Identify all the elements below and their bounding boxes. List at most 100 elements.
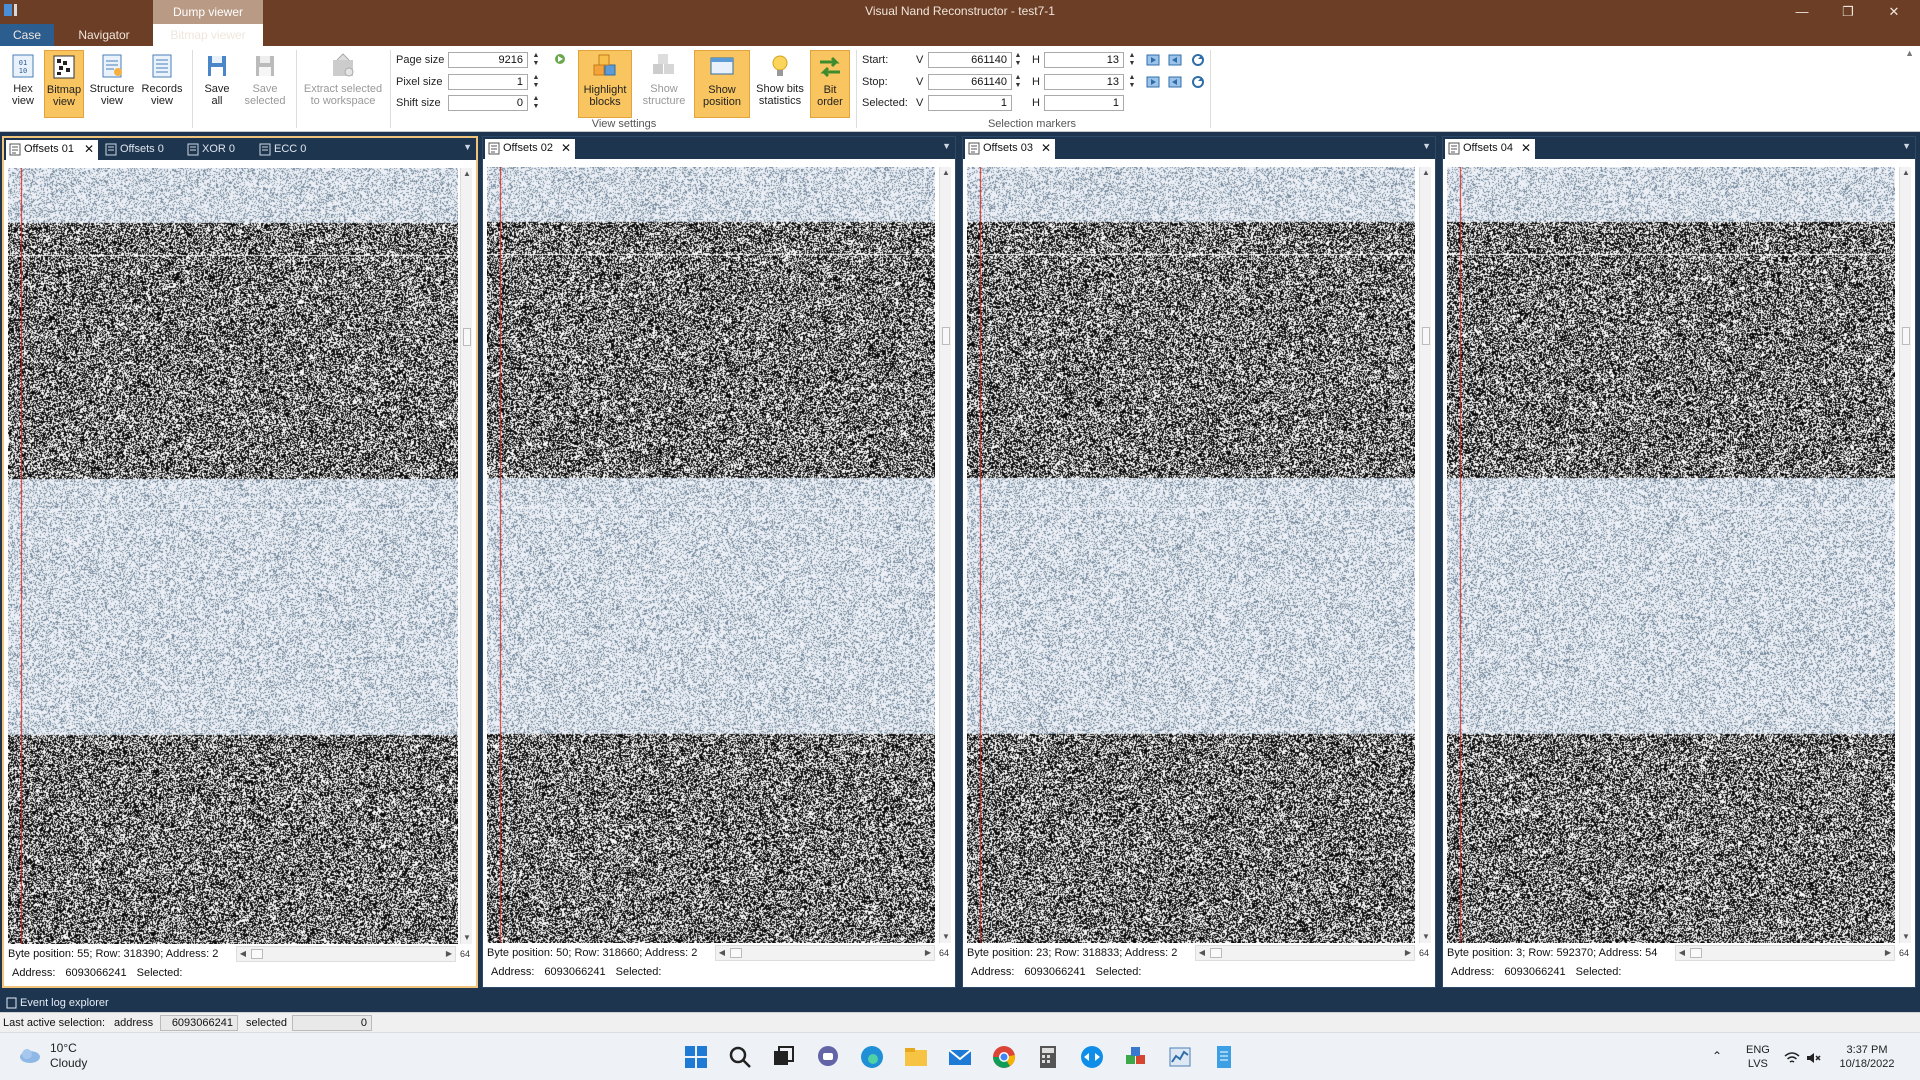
search-icon[interactable] bbox=[726, 1043, 754, 1071]
edge-icon[interactable] bbox=[858, 1043, 886, 1071]
vertical-scrollbar[interactable]: ▲ ▼ bbox=[939, 167, 951, 943]
save-all-button[interactable]: Save all bbox=[198, 50, 236, 118]
address-label: Address: bbox=[12, 967, 56, 979]
mail-icon[interactable] bbox=[946, 1043, 974, 1071]
nand-reconstructor-icon[interactable] bbox=[1122, 1043, 1150, 1071]
tab-ecc-0[interactable]: ECC 0 bbox=[256, 140, 318, 160]
tab-label: Offsets 01 bbox=[24, 143, 74, 155]
bitmap-view[interactable] bbox=[487, 167, 935, 943]
start-h-spinner[interactable]: ▲ ▼ bbox=[1126, 52, 1138, 68]
tab-bitmap-viewer[interactable]: Bitmap viewer bbox=[153, 24, 263, 46]
bitmap-view-button[interactable]: Bitmap view bbox=[44, 50, 84, 118]
start-v-spinner[interactable]: ▲ ▼ bbox=[1012, 52, 1024, 68]
goto-stop-icon[interactable] bbox=[1146, 75, 1162, 89]
teamviewer-icon[interactable] bbox=[1078, 1043, 1106, 1071]
speaker-muted-icon[interactable] bbox=[1806, 1051, 1822, 1065]
show-hidden-icons-icon[interactable]: ⌃ bbox=[1712, 1049, 1722, 1063]
refresh-stop-icon[interactable] bbox=[1190, 75, 1206, 89]
tab-offsets-0[interactable]: Offsets 0 bbox=[102, 140, 176, 160]
stop-h-input[interactable]: 13 bbox=[1044, 74, 1124, 90]
tab-offsets-01[interactable]: Offsets 01 ✕ bbox=[6, 140, 98, 160]
tab-case[interactable]: Case bbox=[0, 24, 54, 46]
hex-view-button[interactable]: 01 10 Hex view bbox=[6, 50, 40, 118]
close-tab-icon[interactable]: ✕ bbox=[84, 140, 94, 158]
weather-widget[interactable]: 10°C Cloudy bbox=[50, 1041, 87, 1071]
calculator-icon[interactable] bbox=[1034, 1043, 1062, 1071]
tab-offsets-04[interactable]: Offsets 04 ✕ bbox=[1445, 139, 1535, 159]
structure-view-button[interactable]: Structure view bbox=[88, 50, 136, 118]
selection-markers-group-label: Selection markers bbox=[987, 118, 1077, 130]
notepad-icon[interactable] bbox=[1210, 1043, 1238, 1071]
apply-icon[interactable] bbox=[552, 52, 568, 66]
vertical-scrollbar[interactable]: ▲ ▼ bbox=[1899, 167, 1911, 943]
task-view-icon[interactable] bbox=[770, 1043, 798, 1071]
wifi-icon[interactable] bbox=[1784, 1051, 1800, 1065]
bitmap-view[interactable] bbox=[1447, 167, 1895, 943]
tab-dropdown-icon[interactable]: ▼ bbox=[463, 142, 472, 152]
tab-navigator[interactable]: Navigator bbox=[62, 24, 146, 46]
bitmap-panel-1: Offsets 01 ✕ Offsets 0 XOR 0 ECC 0 ▼ ▲ ▼ B… bbox=[2, 136, 478, 988]
ribbon-collapse-icon[interactable]: ▲ bbox=[1905, 48, 1914, 58]
show-structure-button[interactable]: Show structure bbox=[636, 50, 692, 118]
close-tab-icon[interactable]: ✕ bbox=[561, 139, 571, 157]
hex-view-label1: Hex bbox=[13, 83, 33, 95]
language-indicator[interactable]: ENG LVS bbox=[1746, 1043, 1770, 1071]
bitmap-view[interactable] bbox=[967, 167, 1415, 943]
restore-button[interactable]: ❐ bbox=[1826, 0, 1870, 24]
bitmap-view[interactable] bbox=[8, 168, 458, 944]
stop-v-spinner[interactable]: ▲ ▼ bbox=[1012, 74, 1024, 90]
tab-xor-0[interactable]: XOR 0 bbox=[184, 140, 246, 160]
stop-h-spinner[interactable]: ▲ ▼ bbox=[1126, 74, 1138, 90]
horizontal-scrollbar[interactable]: ◀ ▶ bbox=[1675, 945, 1895, 961]
page-size-spinner[interactable]: ▲ ▼ bbox=[530, 52, 542, 68]
hex-view-label2: view bbox=[11, 95, 34, 107]
goto-start-icon[interactable] bbox=[1146, 53, 1162, 67]
tab-offsets-03[interactable]: Offsets 03 ✕ bbox=[965, 139, 1055, 159]
highlight-blocks-button[interactable]: Highlight blocks bbox=[578, 50, 632, 118]
start-v-input[interactable]: 661140 bbox=[928, 52, 1012, 68]
address-value: 6093066241 bbox=[65, 967, 127, 979]
start-h-input[interactable]: 13 bbox=[1044, 52, 1124, 68]
vertical-scrollbar[interactable]: ▲ ▼ bbox=[1419, 167, 1431, 943]
tab-dropdown-icon[interactable]: ▼ bbox=[1902, 141, 1911, 151]
tab-dropdown-icon[interactable]: ▼ bbox=[942, 141, 951, 151]
chrome-icon[interactable] bbox=[990, 1043, 1018, 1071]
close-tab-icon[interactable]: ✕ bbox=[1041, 139, 1051, 157]
horizontal-scrollbar[interactable]: ◀ ▶ bbox=[1195, 945, 1415, 961]
chat-icon[interactable] bbox=[814, 1043, 842, 1071]
show-bits-statistics-button[interactable]: Show bits statistics bbox=[752, 50, 808, 118]
extract-selected-label1: Extract selected bbox=[303, 83, 383, 95]
address-value: 6093066241 bbox=[1504, 966, 1566, 978]
start-icon[interactable] bbox=[682, 1043, 710, 1071]
resource-monitor-icon[interactable] bbox=[1166, 1043, 1194, 1071]
selected-label: Selected: bbox=[136, 967, 183, 979]
shift-size-spinner[interactable]: ▲ ▼ bbox=[530, 95, 542, 111]
page-size-input[interactable]: 9216 bbox=[448, 52, 528, 68]
records-view-button[interactable]: Records view bbox=[140, 50, 184, 118]
pixel-size-spinner[interactable]: ▲ ▼ bbox=[530, 74, 542, 90]
show-position-button[interactable]: Show position bbox=[694, 50, 750, 118]
close-button[interactable]: ✕ bbox=[1872, 0, 1916, 24]
clock[interactable]: 3:37 PM 10/18/2022 bbox=[1832, 1043, 1902, 1071]
pixel-size-input[interactable]: 1 bbox=[448, 74, 528, 90]
event-log-explorer-tab[interactable]: Event log explorer bbox=[4, 994, 115, 1012]
set-start-icon[interactable] bbox=[1168, 53, 1184, 67]
close-tab-icon[interactable]: ✕ bbox=[1521, 139, 1531, 157]
tab-offsets-02[interactable]: Offsets 02 ✕ bbox=[485, 139, 575, 159]
minimize-button[interactable]: — bbox=[1780, 0, 1824, 24]
horizontal-scrollbar[interactable]: ◀ ▶ bbox=[715, 945, 935, 961]
extract-selected-button[interactable]: Extract selected to workspace bbox=[300, 50, 386, 118]
set-stop-icon[interactable] bbox=[1168, 75, 1184, 89]
tab-dropdown-icon[interactable]: ▼ bbox=[1422, 141, 1431, 151]
vertical-scrollbar[interactable]: ▲ ▼ bbox=[460, 168, 472, 944]
file-explorer-icon[interactable] bbox=[902, 1043, 930, 1071]
document-icon bbox=[488, 142, 500, 155]
stop-label: Stop: bbox=[862, 76, 888, 88]
horizontal-scrollbar[interactable]: ◀ ▶ bbox=[236, 946, 456, 962]
save-selected-button[interactable]: Save selected bbox=[240, 50, 290, 118]
shift-size-input[interactable]: 0 bbox=[448, 95, 528, 111]
stop-v-input[interactable]: 661140 bbox=[928, 74, 1012, 90]
refresh-start-icon[interactable] bbox=[1190, 53, 1206, 67]
page-size-label: Page size bbox=[396, 54, 445, 66]
bit-order-button[interactable]: Bit order bbox=[810, 50, 850, 118]
